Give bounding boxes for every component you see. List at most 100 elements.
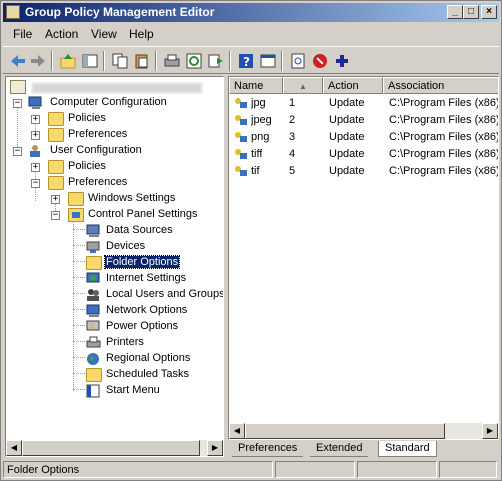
tree-item-internet-settings[interactable]: Internet Settings (86, 271, 221, 287)
folder-options-icon (86, 256, 102, 270)
status-text: Folder Options (3, 461, 273, 478)
print-icon[interactable] (163, 52, 181, 70)
properties-icon[interactable] (259, 52, 277, 70)
power-options-icon (86, 320, 102, 334)
scheduled-tasks-icon (86, 368, 102, 382)
scroll-thumb[interactable] (245, 423, 445, 439)
column-header-order[interactable]: ▲ (283, 77, 323, 94)
file-association-icon (233, 164, 249, 178)
column-header-action[interactable]: Action (323, 77, 383, 94)
close-button[interactable]: × (481, 5, 497, 19)
back-icon[interactable] (9, 52, 27, 70)
folder-icon (48, 160, 64, 174)
menu-bar: File Action View Help (3, 24, 499, 44)
tree-cc-policies[interactable]: + Policies (30, 111, 220, 127)
tree-item-power-options[interactable]: Power Options (86, 319, 221, 335)
size-grip[interactable] (439, 461, 497, 478)
list-view[interactable]: Name ▲ Action Association jpg 1 Update C… (228, 76, 499, 440)
tree-uc-policies[interactable]: + Policies (30, 159, 220, 175)
folder-open-icon (48, 176, 64, 190)
computer-icon (28, 96, 44, 110)
menu-view[interactable]: View (91, 27, 117, 41)
column-header-association[interactable]: Association (383, 77, 498, 94)
list-row[interactable]: jpg 1 Update C:\Program Files (x86) (229, 95, 498, 112)
copy-icon[interactable] (111, 52, 129, 70)
status-panel (357, 461, 437, 478)
tab-preferences[interactable]: Preferences (232, 441, 304, 457)
tree-item-devices[interactable]: Devices (86, 239, 221, 255)
folder-icon (68, 192, 84, 206)
users-groups-icon (86, 288, 102, 302)
collapse-icon[interactable]: − (13, 147, 22, 156)
file-association-icon (233, 96, 249, 110)
expand-icon[interactable]: + (31, 115, 40, 124)
gpo-icon (10, 80, 26, 94)
toolbar: ? (3, 46, 499, 74)
tree-cc-preferences[interactable]: + Preferences (30, 127, 220, 143)
paste-icon[interactable] (133, 52, 151, 70)
tree-computer-configuration[interactable]: − Computer Configuration (12, 95, 222, 111)
tree-root[interactable] (10, 79, 220, 95)
tree-control-panel-settings[interactable]: − Control Panel Settings (50, 207, 220, 223)
export-icon[interactable] (207, 52, 225, 70)
gpo-editor-icon (6, 5, 20, 19)
expand-icon[interactable]: + (31, 163, 40, 172)
new-item-icon[interactable] (289, 52, 307, 70)
list-row[interactable]: jpeg 2 Update C:\Program Files (x86) (229, 112, 498, 129)
sort-ascending-icon: ▲ (299, 82, 307, 91)
collapse-icon[interactable]: − (51, 211, 60, 220)
tab-standard[interactable]: Standard (378, 441, 437, 457)
expand-icon[interactable]: + (31, 131, 40, 140)
refresh-icon[interactable] (185, 52, 203, 70)
tree-pane[interactable]: − Computer Configuration + Policies + Pr… (5, 76, 224, 457)
maximize-button[interactable]: □ (463, 5, 479, 19)
file-association-icon (233, 130, 249, 144)
list-row[interactable]: png 3 Update C:\Program Files (x86) (229, 129, 498, 146)
window-title: Group Policy Management Editor (25, 5, 215, 19)
expand-icon[interactable]: + (51, 195, 60, 204)
data-sources-icon (86, 224, 102, 238)
scroll-left-icon[interactable]: ◀ (229, 423, 245, 439)
stop-icon[interactable] (311, 52, 329, 70)
add-icon[interactable] (333, 52, 351, 70)
tab-extended[interactable]: Extended (310, 441, 369, 457)
tree-item-printers[interactable]: Printers (86, 335, 221, 351)
list-row[interactable]: tiff 4 Update C:\Program Files (x86) (229, 146, 498, 163)
devices-icon (86, 240, 102, 254)
scroll-thumb[interactable] (22, 440, 200, 456)
collapse-icon[interactable]: − (31, 179, 40, 188)
tree-item-start-menu[interactable]: Start Menu (86, 383, 221, 399)
tree-item-data-sources[interactable]: Data Sources (86, 223, 221, 239)
menu-file[interactable]: File (13, 27, 32, 41)
list-horizontal-scrollbar[interactable]: ◀ ▶ (229, 423, 498, 439)
tree-root-label (32, 83, 202, 93)
file-association-icon (233, 113, 249, 127)
column-header-name[interactable]: Name (229, 77, 283, 94)
tree-windows-settings[interactable]: + Windows Settings (50, 191, 220, 207)
printers-icon (86, 336, 102, 350)
menu-help[interactable]: Help (129, 27, 154, 41)
up-folder-icon[interactable] (59, 52, 77, 70)
tree-user-configuration[interactable]: − User Configuration (12, 143, 222, 159)
app-window: Group Policy Management Editor _ □ × Fil… (0, 0, 502, 481)
scroll-right-icon[interactable]: ▶ (482, 423, 498, 439)
scroll-left-icon[interactable]: ◀ (6, 440, 22, 456)
tree-item-network-options[interactable]: Network Options (86, 303, 221, 319)
tree-uc-preferences[interactable]: − Preferences (30, 175, 220, 191)
help-icon[interactable]: ? (237, 52, 255, 70)
list-row[interactable]: tif 5 Update C:\Program Files (x86) (229, 163, 498, 180)
title-bar[interactable]: Group Policy Management Editor _ □ × (3, 3, 499, 22)
forward-icon[interactable] (29, 52, 47, 70)
tree-item-local-users-and-groups[interactable]: Local Users and Groups (86, 287, 223, 303)
tree-item-folder-options[interactable]: Folder Options (86, 255, 221, 271)
tree-item-scheduled-tasks[interactable]: Scheduled Tasks (86, 367, 221, 383)
show-hide-tree-icon[interactable] (81, 52, 99, 70)
tree-item-regional-options[interactable]: Regional Options (86, 351, 221, 367)
scroll-right-icon[interactable]: ▶ (207, 440, 223, 456)
tree-horizontal-scrollbar[interactable]: ◀ ▶ (6, 440, 223, 456)
menu-action[interactable]: Action (45, 27, 78, 41)
start-menu-icon (86, 384, 102, 398)
collapse-icon[interactable]: − (13, 99, 22, 108)
svg-text:?: ? (243, 55, 250, 69)
minimize-button[interactable]: _ (447, 5, 463, 19)
